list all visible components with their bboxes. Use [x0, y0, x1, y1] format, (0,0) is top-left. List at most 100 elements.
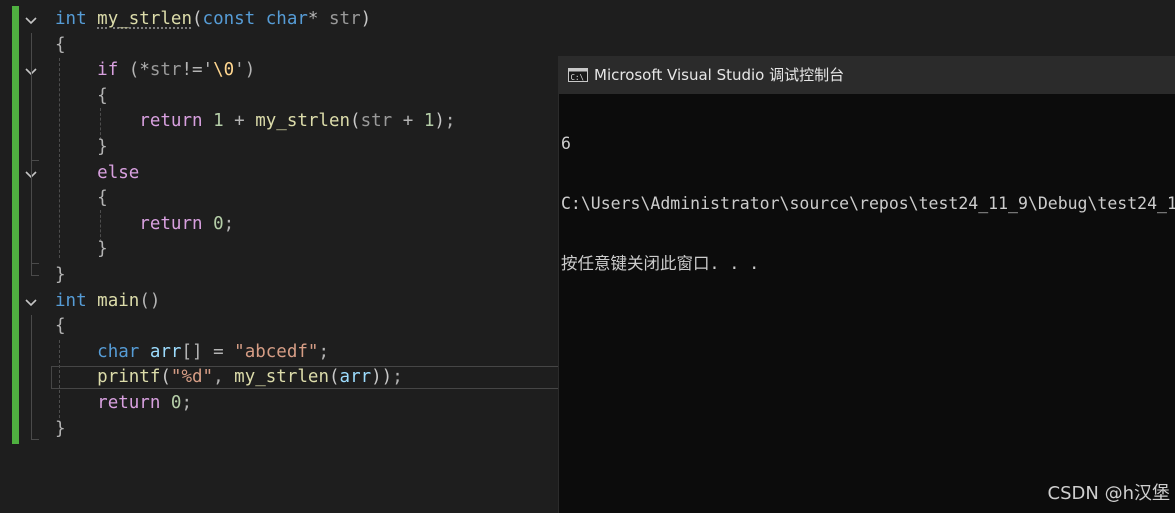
code-token: 0	[213, 213, 224, 234]
code-token: }	[55, 418, 66, 439]
code-token: {	[55, 34, 66, 55]
code-token: (	[118, 60, 140, 81]
code-line[interactable]: {	[55, 314, 66, 339]
code-token: int	[55, 9, 87, 29]
code-token: "abcedf"	[234, 341, 319, 362]
code-token: ;	[181, 393, 193, 413]
debug-console-window[interactable]: C:\ Microsoft Visual Studio 调试控制台 6 C:\U…	[558, 56, 1175, 513]
code-token: ()	[139, 290, 161, 311]
code-token: +	[392, 111, 424, 132]
code-token: ')	[234, 60, 256, 81]
code-token: ;	[318, 341, 329, 362]
code-line[interactable]: int main()	[55, 289, 160, 314]
code-token: const	[202, 9, 256, 29]
code-line[interactable]: {	[55, 186, 108, 211]
code-line[interactable]: return 0;	[55, 391, 192, 416]
code-token: (	[191, 9, 203, 29]
code-token: }	[55, 265, 66, 285]
console-title: Microsoft Visual Studio 调试控制台	[594, 66, 845, 84]
fold-chevron-icon[interactable]	[23, 295, 39, 311]
code-token: *	[139, 60, 150, 81]
code-line[interactable]: }	[55, 263, 66, 288]
code-token: my_strlen	[255, 111, 351, 132]
code-token: (	[160, 367, 171, 388]
fold-range-line	[31, 315, 32, 439]
code-line[interactable]: else	[55, 161, 139, 186]
code-token: str	[360, 111, 393, 132]
code-token: arr	[339, 367, 372, 388]
code-token: 1	[423, 111, 435, 132]
svg-text:C:\: C:\	[571, 73, 585, 82]
code-token: return	[139, 111, 203, 132]
code-token: int	[55, 290, 87, 311]
code-token: str	[149, 60, 182, 81]
code-token: "%d"	[170, 367, 214, 388]
code-token: {	[55, 85, 108, 106]
change-tracking-bar	[12, 6, 19, 444]
code-line[interactable]: }	[55, 237, 108, 262]
code-token: str	[329, 9, 361, 29]
console-output: 6 C:\Users\Administrator\source\repos\te…	[561, 94, 1175, 314]
code-token: return	[139, 213, 203, 234]
code-line[interactable]: char arr[] = "abcedf";	[55, 340, 329, 365]
fold-chevron-icon[interactable]	[23, 13, 39, 29]
code-line[interactable]: {	[55, 84, 108, 109]
code-token: char	[265, 9, 308, 29]
code-token: arr	[149, 341, 182, 362]
console-output-line: 6	[561, 134, 571, 153]
code-token: ;	[392, 367, 403, 388]
code-token: printf	[97, 367, 161, 388]
code-token: (	[328, 367, 340, 388]
code-token: )	[360, 9, 372, 29]
fold-range-end	[31, 263, 39, 264]
code-token: main	[97, 290, 140, 311]
code-line[interactable]: printf("%d", my_strlen(arr));	[55, 365, 403, 390]
code-token: (	[350, 111, 361, 132]
code-token: *	[307, 9, 329, 29]
code-token: )	[434, 111, 445, 132]
code-token: return	[97, 393, 161, 413]
code-token: [] =	[181, 341, 235, 362]
console-title-bar[interactable]: C:\ Microsoft Visual Studio 调试控制台	[559, 56, 1175, 94]
console-output-line: 按任意键关闭此窗口. . .	[561, 254, 760, 273]
code-token: +	[223, 111, 256, 132]
fold-range-end	[31, 275, 39, 276]
code-line[interactable]: return 0;	[55, 212, 234, 237]
code-token: 0	[170, 393, 182, 413]
code-token: char	[97, 341, 140, 362]
code-token: !='	[181, 60, 214, 81]
code-token: \0	[213, 60, 235, 81]
code-token: if	[97, 60, 119, 81]
code-line[interactable]: }	[55, 135, 108, 160]
code-token: 1	[213, 111, 224, 132]
fold-range-end	[31, 160, 39, 161]
fold-range-line	[31, 187, 32, 263]
code-line[interactable]: int my_strlen(const char* str)	[55, 7, 371, 32]
console-output-line: C:\Users\Administrator\source\repos\test…	[561, 194, 1175, 213]
code-token: }	[55, 239, 108, 260]
code-token: ;	[444, 111, 456, 132]
code-line[interactable]: {	[55, 33, 66, 58]
code-token: {	[55, 316, 66, 337]
code-line[interactable]: }	[55, 417, 66, 442]
code-token: ,	[213, 367, 235, 388]
code-line[interactable]: if (*str!='\0')	[55, 58, 255, 83]
console-app-icon: C:\	[568, 68, 588, 82]
fold-range-end	[31, 439, 39, 440]
code-token: ))	[371, 367, 393, 388]
code-token: my_strlen	[97, 9, 192, 29]
code-line[interactable]: return 1 + my_strlen(str + 1);	[55, 109, 455, 134]
code-token: }	[55, 137, 108, 157]
